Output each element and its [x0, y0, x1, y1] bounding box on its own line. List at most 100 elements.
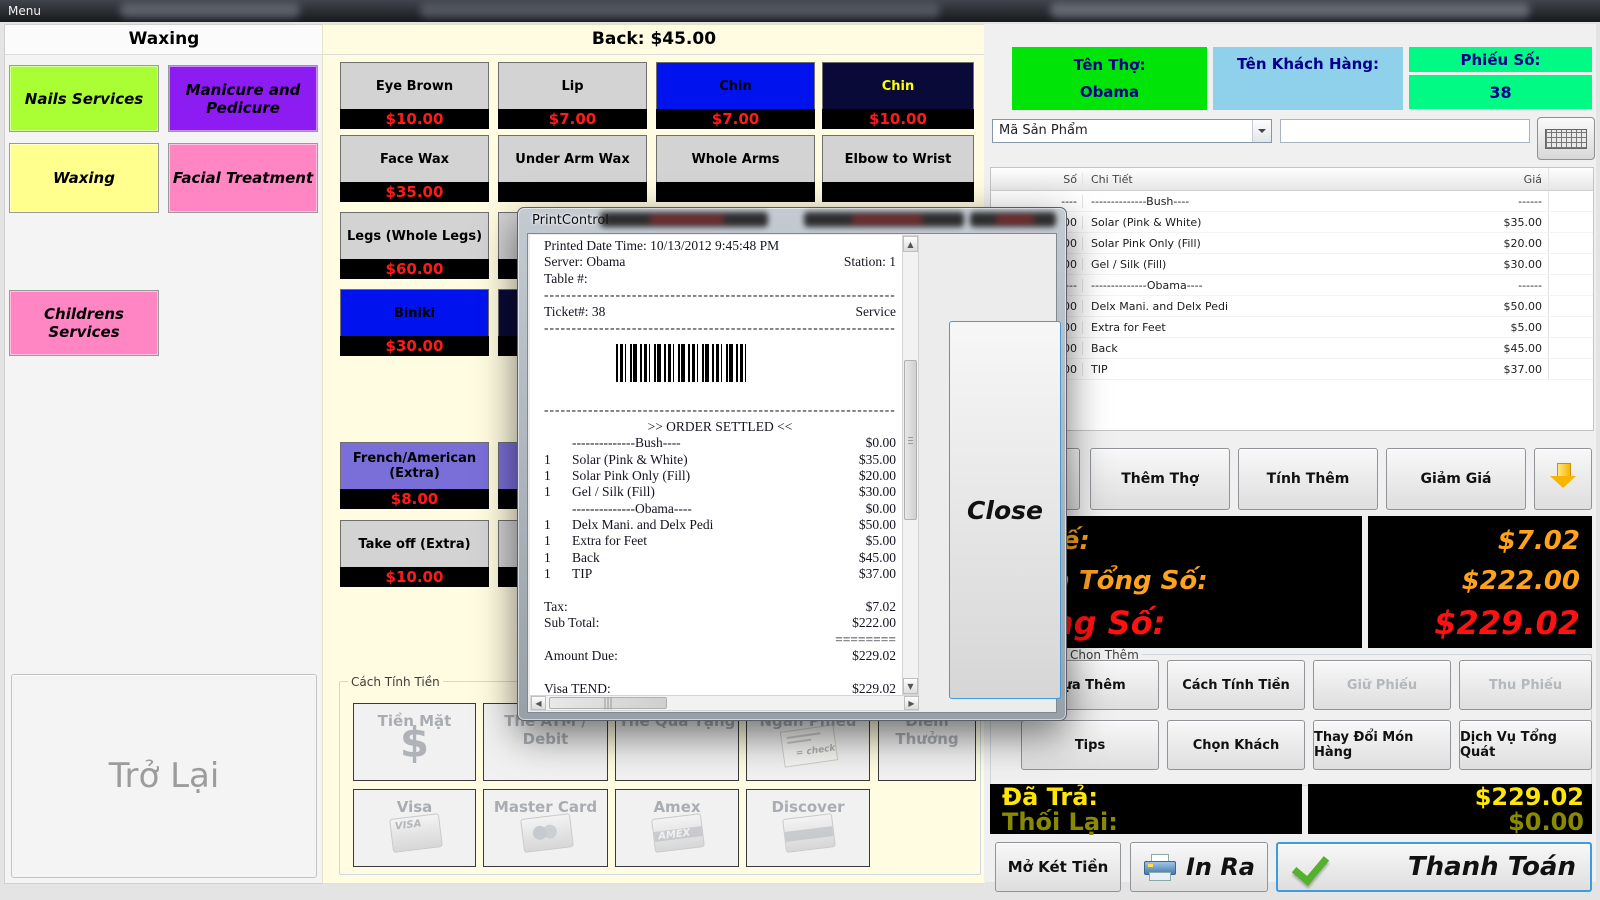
paid-value: $229.02	[1308, 784, 1592, 810]
payment-button-ti-n-m-t[interactable]: Tiền Mặt$	[353, 703, 476, 781]
cell-detail: Solar (Pink & White)	[1083, 216, 1402, 229]
service-button-lip[interactable]: Lip$7.00	[498, 62, 647, 129]
service-button-elbow-to-wrist[interactable]: Elbow to Wrist	[822, 135, 974, 202]
ticket-number-label: Phiếu Số:	[1461, 51, 1541, 69]
scroll-up-arrow[interactable]: ▲	[903, 236, 918, 252]
service-button-under-arm-wax[interactable]: Under Arm Wax	[498, 135, 647, 202]
category-button-waxing[interactable]: Waxing	[9, 143, 159, 213]
category-button-manicure-and-pedicure[interactable]: Manicure and Pedicure	[168, 65, 318, 132]
payment-button-label: Visa	[354, 798, 475, 816]
cell-detail: Extra for Feet	[1083, 321, 1402, 334]
keyboard-button[interactable]	[1537, 117, 1595, 160]
pay-button[interactable]: Thanh Toán	[1276, 842, 1592, 892]
vertical-scroll-thumb[interactable]	[904, 360, 917, 520]
scroll-down-arrow[interactable]: ▼	[903, 678, 918, 694]
category-panel: Waxing Trở Lại Nails ServicesManicure an…	[4, 24, 324, 884]
product-code-dropdown[interactable]: Mã Sản Phẩm	[992, 119, 1272, 143]
menu-label[interactable]: Menu	[8, 4, 41, 18]
extra-button-tips[interactable]: Tips	[1021, 720, 1159, 770]
scroll-right-arrow[interactable]: ▶	[904, 696, 919, 710]
receipt-line-left	[544, 632, 835, 648]
print-button-label: In Ra	[1186, 853, 1255, 881]
table-row[interactable]: ------------------Obama----------	[991, 275, 1593, 296]
chevron-down-icon[interactable]	[1252, 120, 1271, 142]
table-row[interactable]: ------------------Bush----------	[991, 191, 1593, 212]
scroll-left-arrow[interactable]: ◀	[531, 696, 546, 710]
cell-gutter	[1548, 338, 1593, 358]
window-titlebar: Menu	[0, 0, 1600, 22]
receipt-line-left: Amount Due:	[544, 648, 852, 664]
category-button-nails-services[interactable]: Nails Services	[9, 65, 159, 132]
action-button-t-nh-th-m[interactable]: Tính Thêm	[1238, 448, 1378, 510]
receipt-item-name: Solar (Pink & White)	[572, 452, 859, 468]
service-button-label: Chin	[822, 62, 974, 109]
payment-button-visa[interactable]: VisaVISA	[353, 789, 476, 867]
receipt-line: Sub Total:$222.00	[544, 615, 896, 631]
table-row[interactable]: 1.00TIP$37.00	[991, 359, 1593, 380]
table-row[interactable]: 1.00Solar (Pink & White)$35.00	[991, 212, 1593, 233]
receipt-item-line: 1Gel / Silk (Fill)$30.00	[544, 484, 896, 500]
service-button-eye-brown[interactable]: Eye Brown$10.00	[340, 62, 489, 129]
extra-button-ch-n-kh-ch[interactable]: Chọn Khách	[1167, 720, 1305, 770]
action-button-gi-m-gi-[interactable]: Giảm Giá	[1386, 448, 1526, 510]
category-button-facial-treatment[interactable]: Facial Treatment	[168, 143, 318, 213]
totals-values-box: $7.02 $222.00 $229.02	[1368, 516, 1592, 648]
service-button-french-american-extra-[interactable]: French/American (Extra)$8.00	[340, 442, 489, 509]
extra-button-c-ch-t-nh-ti-n[interactable]: Cách Tính Tiền	[1167, 660, 1305, 710]
vertical-scrollbar[interactable]: ▲ ▼	[902, 235, 919, 695]
service-button-face-wax[interactable]: Face Wax$35.00	[340, 135, 489, 202]
receipt-line: >> ORDER SETTLED <<	[544, 419, 896, 435]
print-button[interactable]: In Ra	[1130, 842, 1268, 892]
technician-value: Obama	[1080, 83, 1139, 101]
receipt-line: Visa TEND:$229.02	[544, 681, 896, 695]
receipt-item-name: Extra for Feet	[572, 533, 866, 549]
service-button-chin[interactable]: Chin$7.00	[656, 62, 815, 129]
table-row[interactable]: 1.00Gel / Silk (Fill)$30.00	[991, 254, 1593, 275]
action-button-th-m-th-[interactable]: Thêm Thợ	[1090, 448, 1230, 510]
service-button-label: Whole Arms	[656, 135, 815, 182]
col-header-detail[interactable]: Chi Tiết	[1083, 173, 1402, 186]
service-button-take-off-extra-[interactable]: Take off (Extra)$10.00	[340, 520, 489, 587]
receipt-separator: ----------------------------------------…	[544, 320, 896, 336]
receipt-item-price: $0.00	[866, 435, 896, 451]
extra-button-thay-i-m-n-h-ng[interactable]: Thay Đổi Món Hàng	[1313, 720, 1451, 770]
amex-card-icon: AMEX	[651, 813, 705, 853]
print-preview-dialog[interactable]: PrintControl Printed Date Time: 10/13/20…	[517, 207, 1067, 721]
receipt-item-price: $35.00	[859, 452, 896, 468]
table-row[interactable]: 1.00Delx Mani. and Delx Pedi$50.00	[991, 296, 1593, 317]
receipt-item-price: $50.00	[859, 517, 896, 533]
receipt-item-qty: 1	[544, 452, 572, 468]
cell-price: ------	[1402, 279, 1548, 292]
table-row[interactable]: 1.00Extra for Feet$5.00	[991, 317, 1593, 338]
payment-button-discover[interactable]: Discover	[746, 789, 870, 867]
table-row[interactable]: 1.00Solar Pink Only (Fill)$20.00	[991, 233, 1593, 254]
col-header-qty[interactable]: Số	[991, 173, 1083, 186]
service-button-biniki[interactable]: Biniki$30.00	[340, 289, 489, 356]
extra-button-d-ch-v-t-ng-qu-t[interactable]: Dịch Vụ Tổng Quát	[1459, 720, 1592, 770]
payment-button-master-card[interactable]: Master Card	[483, 789, 608, 867]
category-button-childrens-services[interactable]: Childrens Services	[9, 290, 159, 356]
product-code-dropdown-value: Mã Sản Phẩm	[999, 123, 1088, 138]
service-button-whole-arms[interactable]: Whole Arms	[656, 135, 815, 202]
receipt-item-qty: 1	[544, 566, 572, 582]
receipt-line: Printed Date Time: 10/13/2012 9:45:48 PM	[544, 238, 896, 254]
open-drawer-button[interactable]: Mở Két Tiền	[995, 842, 1121, 892]
service-button-legs-whole-legs-[interactable]: Legs (Whole Legs)$60.00	[340, 212, 489, 279]
scroll-down-button[interactable]	[1534, 448, 1592, 510]
receipt-item-price: $30.00	[859, 484, 896, 500]
close-button[interactable]: Close	[949, 321, 1061, 699]
service-price: $7.00	[656, 109, 815, 129]
payment-button-amex[interactable]: AmexAMEX	[615, 789, 739, 867]
back-button[interactable]: Trở Lại	[11, 674, 317, 878]
glass-blur-decoration	[804, 212, 964, 227]
payment-button-label: Master Card	[484, 798, 607, 816]
extra-button-gi-phi-u: Giữ Phiếu	[1313, 660, 1451, 710]
col-header-price[interactable]: Giá	[1402, 173, 1548, 186]
horizontal-scroll-thumb[interactable]	[549, 697, 667, 709]
green-check-icon	[1292, 847, 1329, 886]
service-button-chin[interactable]: Chin$10.00	[822, 62, 974, 129]
product-code-input[interactable]	[1280, 119, 1530, 143]
table-row[interactable]: 1.00Back$45.00	[991, 338, 1593, 359]
horizontal-scrollbar[interactable]: ◀ ▶	[530, 695, 919, 711]
service-price: $35.00	[340, 182, 489, 202]
